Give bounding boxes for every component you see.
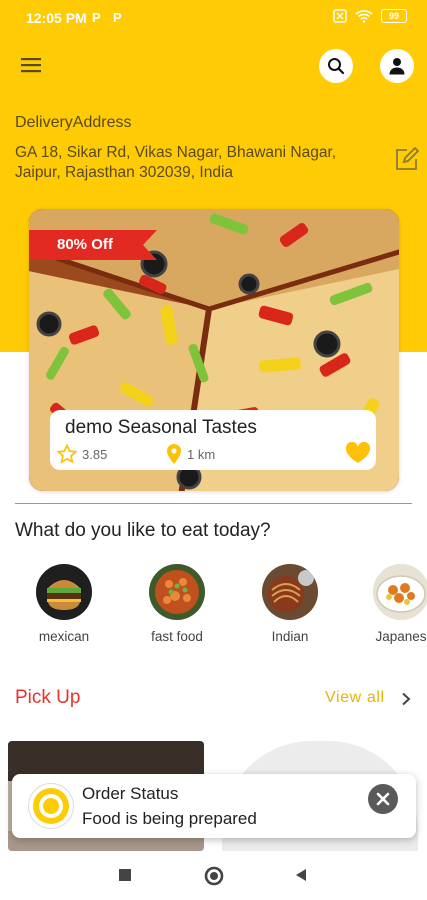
wifi-icon: [355, 10, 373, 23]
featured-restaurant-card[interactable]: 80% Off demo Seasonal Tastes 3.85 1 km: [29, 209, 399, 491]
section-divider: [15, 503, 412, 504]
restaurant-name: demo Seasonal Tastes: [65, 417, 257, 438]
status-time: 12:05 PM: [26, 10, 87, 26]
status-bar: 12:05 PM P P 99: [0, 0, 427, 36]
category-item[interactable]: fast food: [137, 564, 217, 644]
delivery-address-label: DeliveryAddress: [15, 114, 132, 131]
square-icon: [119, 869, 131, 881]
category-image: [373, 564, 427, 620]
hamburger-icon: [21, 58, 41, 73]
system-navigation-bar: [0, 852, 427, 900]
battery-icon: 99: [381, 9, 407, 23]
star-icon: [57, 444, 77, 464]
notification-icon: P: [113, 10, 122, 25]
circle-icon: [204, 866, 224, 886]
pickup-section-title: Pick Up: [15, 687, 81, 708]
offer-badge: 80% Off: [57, 236, 113, 253]
view-all-link[interactable]: View all: [325, 689, 385, 707]
delivery-address-text[interactable]: GA 18, Sikar Rd, Vikas Nagar, Bhawani Na…: [15, 143, 360, 183]
close-icon: [376, 792, 390, 806]
category-label: mexican: [38, 629, 90, 644]
restaurant-distance: 1 km: [187, 447, 216, 462]
edit-address-button[interactable]: [394, 146, 420, 172]
profile-button[interactable]: [380, 49, 414, 83]
back-button[interactable]: [294, 868, 308, 887]
user-icon: [389, 58, 405, 75]
categories-heading: What do you like to eat today?: [15, 520, 271, 541]
home-button[interactable]: [204, 866, 224, 891]
app-logo: [28, 783, 74, 829]
category-item[interactable]: Indian: [250, 564, 330, 644]
brand-logo-icon: [33, 788, 69, 824]
toast-title: Order Status: [82, 784, 179, 803]
category-label: fast food: [151, 629, 203, 644]
chevron-right-icon[interactable]: [401, 692, 411, 706]
heart-icon: [345, 441, 371, 463]
location-pin-icon: [167, 444, 181, 464]
category-image: [149, 564, 205, 620]
search-button[interactable]: [319, 49, 353, 83]
restaurant-info-box: demo Seasonal Tastes 3.85 1 km: [50, 410, 376, 470]
category-image: [36, 564, 92, 620]
category-label: Indian: [271, 629, 309, 644]
category-item[interactable]: Japanes: [361, 564, 427, 644]
recents-button[interactable]: [118, 868, 132, 887]
restaurant-rating: 3.85: [82, 447, 108, 462]
toast-close-button[interactable]: [368, 784, 398, 814]
category-image: [262, 564, 318, 620]
toast-message: Food is being prepared: [82, 809, 257, 828]
back-triangle-icon: [296, 869, 306, 881]
battery-level: 99: [388, 11, 399, 21]
search-icon: [328, 58, 345, 75]
edit-icon: [396, 146, 420, 170]
menu-button[interactable]: [19, 55, 43, 75]
order-status-toast[interactable]: Order Status Food is being prepared: [12, 774, 416, 838]
notification-icon: P: [92, 10, 101, 25]
favorite-button[interactable]: [345, 441, 371, 464]
category-label: Japanes: [375, 629, 427, 644]
sim-icon: [333, 9, 347, 23]
category-item[interactable]: mexican: [24, 564, 104, 644]
